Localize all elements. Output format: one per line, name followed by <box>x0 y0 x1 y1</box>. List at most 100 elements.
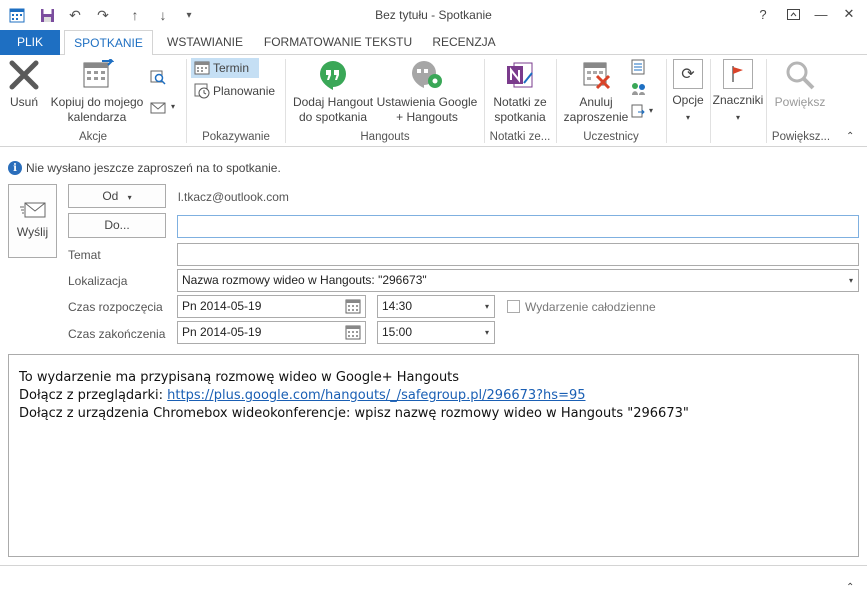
cancel-invitation-line1: Anuluj <box>579 95 613 109</box>
hangouts-icon <box>320 61 346 90</box>
end-date-input[interactable]: Pn 2014-05-19 <box>177 321 366 344</box>
options-label: Opcje <box>672 93 704 107</box>
zoom-label: Powiększ <box>774 95 826 109</box>
reply-meeting-button[interactable]: ▾ <box>150 97 175 117</box>
calendar-picker-icon[interactable] <box>345 325 361 347</box>
tab-format-text[interactable]: FORMATOWANIE TEKSTU <box>262 30 414 55</box>
response-options-button[interactable]: ▾ <box>630 101 653 121</box>
cancel-invitation-button[interactable]: Anuluj zaproszenie <box>560 59 632 125</box>
body-line-2: Dołącz z przeglądarki: https://plus.goog… <box>19 387 848 405</box>
meeting-notes-button[interactable]: Notatki ze spotkania <box>487 59 553 125</box>
to-input[interactable] <box>177 215 859 238</box>
window-title: Bez tytułu - Spotkanie <box>375 8 492 22</box>
chevron-down-icon: ▾ <box>127 193 132 202</box>
reply-envelope-icon <box>150 102 166 114</box>
response-options-icon <box>631 104 645 118</box>
end-time-value: 15:00 <box>382 325 413 339</box>
copy-to-calendar-button[interactable]: Kopiuj do mojego kalendarza <box>46 59 148 125</box>
check-names-icon[interactable] <box>630 79 648 99</box>
end-date-value: Pn 2014-05-19 <box>182 325 262 339</box>
end-time-select[interactable]: 15:00 ▾ <box>377 321 495 344</box>
tab-insert[interactable]: WSTAWIANIE <box>160 30 250 55</box>
close-icon[interactable]: ✕ <box>838 4 860 24</box>
add-hangout-button[interactable]: Dodaj Hangout do spotkania <box>288 59 378 125</box>
people-pane: ⌃ <box>0 565 867 612</box>
group-label-show: Pokazywanie <box>202 131 270 143</box>
title-bar: ↶ ↷ ↑ ↓ ▾ Bez tytułu - Spotkanie ? — ✕ <box>0 0 867 30</box>
copy-calendar-icon <box>83 59 114 88</box>
start-time-value: 14:30 <box>382 299 413 313</box>
zoom-magnifier-icon <box>786 61 815 90</box>
scheduling-view-button[interactable]: Planowanie <box>194 81 275 101</box>
tab-review[interactable]: RECENZJA <box>426 30 502 55</box>
start-time-label: Czas rozpoczęcia <box>68 300 163 314</box>
tab-file[interactable]: PLIK <box>0 30 60 55</box>
collapse-ribbon-icon[interactable]: ⌃ <box>846 127 854 147</box>
info-icon: i <box>8 161 22 175</box>
start-date-value: Pn 2014-05-19 <box>182 299 262 313</box>
tags-button[interactable]: Znaczniki ▾ <box>712 59 764 125</box>
ribbon-tabs: PLIK SPOTKANIE WSTAWIANIE FORMATOWANIE T… <box>0 30 867 56</box>
minimize-icon[interactable]: — <box>810 4 832 24</box>
tab-meeting[interactable]: SPOTKANIE <box>64 30 153 56</box>
chevron-down-icon: ▾ <box>171 102 176 111</box>
group-label-hangouts: Hangouts <box>360 131 410 143</box>
expand-people-pane-icon[interactable]: ⌃ <box>846 582 854 593</box>
ribbon-display-icon[interactable] <box>782 4 804 24</box>
chevron-down-icon[interactable]: ▾ <box>849 270 853 291</box>
copy-label-line1: Kopiuj do mojego <box>50 95 144 109</box>
appointment-view-button[interactable]: Termin <box>191 58 259 78</box>
help-button[interactable]: ? <box>752 4 774 24</box>
chevron-down-icon: ▾ <box>735 113 740 122</box>
add-hangout-line2: do spotkania <box>298 110 368 124</box>
scheduling-clock-icon <box>194 83 210 99</box>
group-label-zoom: Powiększ... <box>771 131 831 143</box>
calendar-picker-icon[interactable] <box>345 299 361 321</box>
hangout-link[interactable]: https://plus.google.com/hangouts/_/safeg… <box>167 388 585 403</box>
body-line-2-prefix: Dołącz z przeglądarki: <box>19 388 168 403</box>
notes-line1: Notatki ze <box>493 95 547 109</box>
cancel-invitation-icon <box>583 62 611 90</box>
google-hangouts-settings-button[interactable]: Ustawienia Google + Hangouts <box>376 59 478 125</box>
hangouts-settings-line1: Ustawienia Google <box>376 95 478 109</box>
subject-input[interactable] <box>177 243 859 266</box>
from-label: Od <box>102 189 119 203</box>
group-label-notes: Notatki ze... <box>489 131 551 143</box>
add-hangout-line1: Dodaj Hangout <box>292 95 374 109</box>
zoom-button[interactable]: Powiększ <box>770 59 830 110</box>
start-time-select[interactable]: 14:30 ▾ <box>377 295 495 318</box>
start-date-input[interactable]: Pn 2014-05-19 <box>177 295 366 318</box>
location-label: Lokalizacja <box>68 274 128 288</box>
find-icon[interactable] <box>150 67 166 87</box>
from-button[interactable]: Od ▾ <box>68 184 166 208</box>
group-divider <box>710 59 711 143</box>
delete-button[interactable]: Usuń <box>4 59 44 110</box>
send-label: Wyślij <box>16 225 49 239</box>
appointment-label: Termin <box>213 61 250 75</box>
info-bar: i Nie wysłano jeszcze zaproszeń na to sp… <box>8 158 281 178</box>
options-button[interactable]: ⟳ Opcje ▾ <box>670 59 706 125</box>
appointment-icon <box>194 61 210 75</box>
group-label-actions: Akcje <box>78 131 108 143</box>
chevron-down-icon: ▾ <box>484 302 489 311</box>
end-time-label: Czas zakończenia <box>68 327 166 341</box>
hangouts-settings-icon <box>412 61 442 88</box>
address-book-icon[interactable] <box>630 57 646 77</box>
allday-checkbox[interactable] <box>507 300 520 313</box>
location-input[interactable]: Nazwa rozmowy wideo w Hangouts: "296673"… <box>177 269 859 292</box>
delete-label: Usuń <box>9 95 38 109</box>
hangouts-settings-line2: + Hangouts <box>396 110 458 124</box>
group-label-attendees: Uczestnicy <box>583 131 639 143</box>
to-button[interactable]: Do... <box>68 213 166 238</box>
send-button[interactable]: Wyślij <box>8 184 57 258</box>
location-value: Nazwa rozmowy wideo w Hangouts: "296673" <box>182 273 427 287</box>
message-body[interactable]: To wydarzenie ma przypisaną rozmowę wide… <box>8 354 859 557</box>
chevron-down-icon: ▾ <box>685 113 690 122</box>
send-envelope-icon <box>19 202 45 218</box>
from-value: l.tkacz@outlook.com <box>178 190 289 204</box>
info-text: Nie wysłano jeszcze zaproszeń na to spot… <box>26 161 281 175</box>
chevron-down-icon: ▾ <box>649 106 654 115</box>
subject-label: Temat <box>68 248 101 262</box>
notes-line2: spotkania <box>494 110 546 124</box>
onenote-icon <box>507 62 533 88</box>
